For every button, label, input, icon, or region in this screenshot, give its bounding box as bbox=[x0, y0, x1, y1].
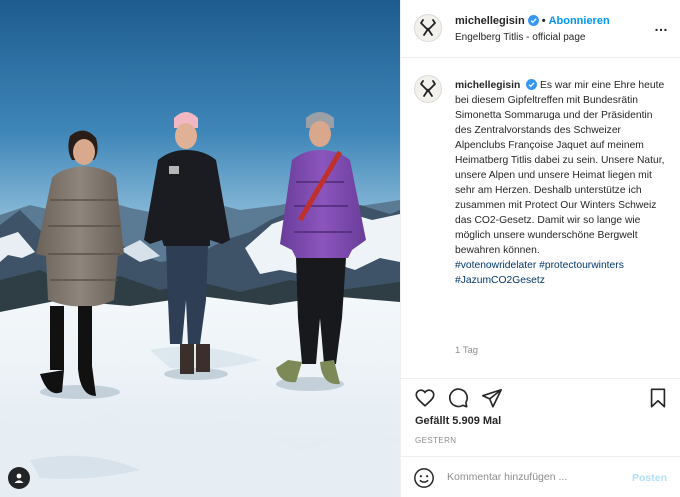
caption-body: Es war mir eine Ehre heute bei diesem Gi… bbox=[455, 80, 665, 256]
avatar[interactable] bbox=[414, 14, 442, 42]
caption-text: michellegisin Es war mir eine Ehre heute… bbox=[455, 78, 667, 288]
post-side-panel: michellegisin • Abonnieren Engelberg Titli… bbox=[400, 0, 680, 497]
location-link[interactable]: Engelberg Titlis - official page bbox=[455, 32, 585, 43]
logo-icon bbox=[420, 80, 436, 97]
comment-icon[interactable] bbox=[447, 387, 469, 409]
emoji-icon[interactable] bbox=[413, 467, 435, 489]
mountain-summit-photo bbox=[0, 0, 400, 497]
post-comment-button[interactable]: Posten bbox=[632, 472, 667, 484]
separator-dot: • bbox=[541, 15, 546, 27]
caption-avatar[interactable] bbox=[414, 75, 442, 103]
caption-hashtags[interactable]: #votenowridelater #protectourwinters #Ja… bbox=[455, 258, 667, 288]
verified-badge-icon bbox=[526, 79, 538, 90]
caption-username[interactable]: michellegisin bbox=[455, 80, 520, 91]
heart-icon[interactable] bbox=[414, 387, 436, 409]
likes-count[interactable]: Gefällt 5.909 Mal bbox=[415, 415, 501, 427]
post-time: 1 Tag bbox=[455, 345, 479, 356]
send-icon[interactable] bbox=[481, 387, 503, 409]
caption-area: michellegisin Es war mir eine Ehre heute… bbox=[401, 59, 680, 379]
post-photo[interactable] bbox=[0, 0, 400, 497]
post-date: GESTERN bbox=[415, 436, 457, 445]
comment-input[interactable] bbox=[447, 467, 617, 487]
more-options-icon[interactable]: … bbox=[654, 19, 669, 33]
tagged-users-button[interactable] bbox=[8, 467, 30, 489]
header-username[interactable]: michellegisin bbox=[455, 15, 525, 27]
post-header: michellegisin • Abonnieren Engelberg Titli… bbox=[401, 0, 680, 58]
user-icon bbox=[14, 473, 24, 483]
follow-button[interactable]: Abonnieren bbox=[549, 15, 610, 27]
verified-badge-icon bbox=[527, 15, 539, 26]
logo-icon bbox=[420, 19, 436, 36]
bookmark-icon[interactable] bbox=[647, 387, 669, 409]
comment-bar: Posten bbox=[401, 456, 680, 497]
post-actions: Gefällt 5.909 Mal GESTERN bbox=[401, 378, 680, 456]
